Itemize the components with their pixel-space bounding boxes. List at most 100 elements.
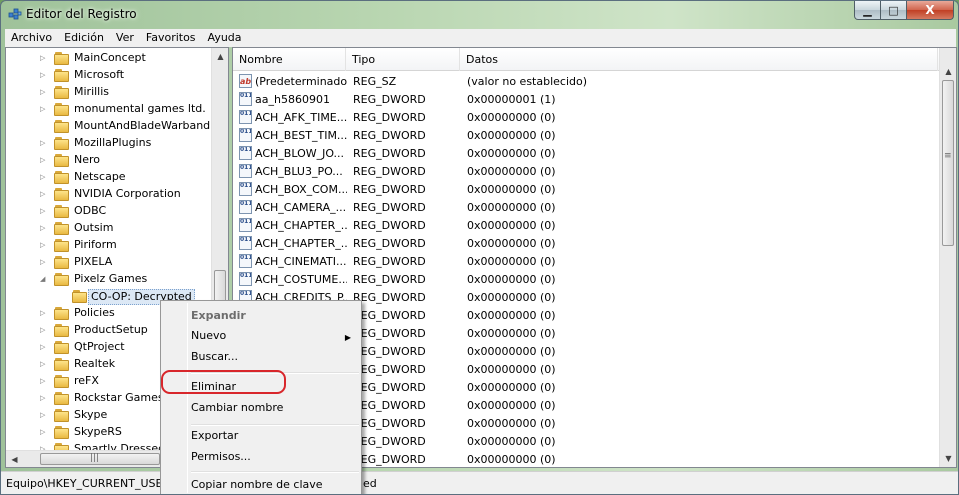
value-type: REG_DWORD bbox=[353, 273, 426, 286]
collapse-arrow-icon[interactable]: ◢ bbox=[40, 275, 48, 284]
menu-archivo[interactable]: Archivo bbox=[5, 29, 58, 47]
value-data: 0x00000000 (0) bbox=[467, 291, 556, 304]
expand-arrow-icon[interactable]: ▷ bbox=[40, 428, 48, 437]
context-menu-item-label: Copiar nombre de clave bbox=[191, 478, 323, 491]
folder-icon bbox=[54, 324, 70, 337]
expand-arrow-icon[interactable]: ▷ bbox=[40, 88, 48, 97]
binary-value-icon: 011 bbox=[239, 272, 252, 286]
value-row[interactable]: 011 ACH_CHAPTER_... REG_DWORD 0x00000000 (0… bbox=[233, 216, 938, 234]
context-menu-item-permisos[interactable]: Permisos... bbox=[191, 450, 359, 464]
expand-arrow-icon[interactable]: ▷ bbox=[40, 411, 48, 420]
tree-item-label: reFX bbox=[74, 374, 99, 387]
column-header-tipo[interactable]: Tipo bbox=[346, 48, 460, 71]
scroll-left-arrow-icon[interactable]: ◀ bbox=[6, 451, 23, 467]
expand-arrow-icon[interactable]: ▷ bbox=[40, 394, 48, 403]
value-data: 0x00000000 (0) bbox=[467, 453, 556, 466]
value-type: REG_DWORD bbox=[353, 363, 426, 376]
folder-icon bbox=[54, 86, 70, 99]
menu-edicion[interactable]: Edición bbox=[58, 29, 110, 47]
expand-arrow-icon[interactable]: ▷ bbox=[40, 156, 48, 165]
value-data: (valor no establecido) bbox=[467, 75, 588, 88]
expand-arrow-icon[interactable]: ▷ bbox=[40, 241, 48, 250]
context-menu-item-exportar[interactable]: Exportar bbox=[191, 429, 359, 443]
menu-ayuda[interactable]: Ayuda bbox=[202, 29, 248, 47]
value-data: 0x00000000 (0) bbox=[467, 417, 556, 430]
values-vertical-scrollbar[interactable]: ▲ ≡ ▼ bbox=[939, 48, 956, 467]
folder-icon bbox=[54, 171, 70, 184]
value-row[interactable]: 011 ACH_CAMERA_... REG_DWORD 0x00000000 (0) bbox=[233, 198, 938, 216]
scroll-down-arrow-icon[interactable]: ▼ bbox=[940, 450, 956, 467]
value-row[interactable]: 011 ACH_BLU3_PO... REG_DWORD 0x00000000 (0) bbox=[233, 162, 938, 180]
value-row[interactable]: 011 aa_h5860901 REG_DWORD 0x00000001 (1) bbox=[233, 90, 938, 108]
expand-arrow-icon[interactable]: ▷ bbox=[40, 207, 48, 216]
context-menu-item-copiar-nombre-de-clave[interactable]: Copiar nombre de clave bbox=[191, 478, 359, 492]
value-row[interactable]: 011 ACH_AFK_TIME... REG_DWORD 0x00000000 (0… bbox=[233, 108, 938, 126]
scroll-up-arrow-icon[interactable]: ▲ bbox=[940, 63, 956, 80]
expand-arrow-icon[interactable]: ▷ bbox=[40, 309, 48, 318]
context-menu-item-nuevo[interactable]: Nuevo ▶ bbox=[191, 329, 359, 343]
value-row[interactable]: 011 ACH_COSTUME... REG_DWORD 0x00000000 (0) bbox=[233, 270, 938, 288]
column-header-nombre[interactable]: Nombre bbox=[233, 48, 346, 71]
folder-icon bbox=[54, 426, 70, 439]
tree-item[interactable]: ▷ Outsim bbox=[6, 220, 212, 237]
tree-item[interactable]: ▷ MainConcept bbox=[6, 50, 212, 67]
tree-item[interactable]: ▷ Piriform bbox=[6, 237, 212, 254]
expand-arrow-icon[interactable]: ▷ bbox=[40, 360, 48, 369]
value-row[interactable]: 011 ACH_CINEMATI... REG_DWORD 0x00000000 (0… bbox=[233, 252, 938, 270]
value-data: 0x00000000 (0) bbox=[467, 345, 556, 358]
context-menu-item-cambiar-nombre[interactable]: Cambiar nombre bbox=[191, 401, 359, 415]
value-name: ACH_CINEMATI... bbox=[255, 255, 347, 268]
value-name: ACH_CAMERA_... bbox=[255, 201, 347, 214]
title-bar[interactable]: Editor del Registro ▁ □ X bbox=[1, 1, 958, 28]
value-row[interactable]: ab (Predeterminado) REG_SZ (valor no establ… bbox=[233, 72, 938, 90]
value-data: 0x00000000 (0) bbox=[467, 435, 556, 448]
value-data: 0x00000000 (0) bbox=[467, 129, 556, 142]
expand-arrow-icon[interactable]: ▷ bbox=[40, 105, 48, 114]
expand-arrow-icon[interactable]: ▷ bbox=[40, 326, 48, 335]
context-menu-gutter bbox=[187, 303, 188, 493]
submenu-arrow-icon: ▶ bbox=[344, 333, 351, 342]
tree-item[interactable]: ▷ Nero bbox=[6, 152, 212, 169]
value-row[interactable]: 011 ACH_BOX_COM... REG_DWORD 0x00000000 (0) bbox=[233, 180, 938, 198]
close-button[interactable]: X bbox=[907, 1, 954, 20]
expand-arrow-icon[interactable]: ▷ bbox=[40, 71, 48, 80]
maximize-button[interactable]: □ bbox=[881, 1, 907, 20]
expand-arrow-icon[interactable]: ▷ bbox=[40, 139, 48, 148]
expand-arrow-icon[interactable]: ▷ bbox=[40, 377, 48, 386]
values-scroll-thumb[interactable] bbox=[942, 80, 954, 246]
expand-arrow-icon[interactable]: ▷ bbox=[40, 343, 48, 352]
expand-arrow-icon[interactable]: ▷ bbox=[40, 173, 48, 182]
tree-hscroll-thumb[interactable] bbox=[40, 453, 160, 465]
value-name: ACH_BOX_COM... bbox=[255, 183, 347, 196]
value-data: 0x00000000 (0) bbox=[467, 165, 556, 178]
minimize-button[interactable]: ▁ bbox=[854, 1, 881, 20]
tree-item[interactable]: ▷ PIXELA bbox=[6, 254, 212, 271]
tree-item[interactable]: ▷ ODBC bbox=[6, 203, 212, 220]
tree-item[interactable]: ▷ monumental games ltd. bbox=[6, 101, 212, 118]
tree-item[interactable]: ▷ MozillaPlugins bbox=[6, 135, 212, 152]
value-row[interactable]: 011 ACH_BLOW_JO... REG_DWORD 0x00000000 (0) bbox=[233, 144, 938, 162]
column-header-datos[interactable]: Datos bbox=[460, 48, 938, 71]
value-name: ACH_BEST_TIM... bbox=[255, 129, 347, 142]
folder-icon bbox=[54, 120, 70, 133]
tree-item[interactable]: ▷ Netscape bbox=[6, 169, 212, 186]
menu-ver[interactable]: Ver bbox=[110, 29, 140, 47]
menu-bar: Archivo Edición Ver Favoritos Ayuda bbox=[5, 29, 956, 47]
value-row[interactable]: 011 ACH_CHAPTER_... REG_DWORD 0x00000000 (0… bbox=[233, 234, 938, 252]
context-menu-item-buscar[interactable]: Buscar... bbox=[191, 350, 359, 364]
tree-item[interactable]: ◢ Pixelz Games bbox=[6, 271, 212, 288]
status-path: Equipo\HKEY_CURRENT_USER bbox=[6, 477, 171, 490]
expand-arrow-icon[interactable]: ▷ bbox=[40, 190, 48, 199]
tree-item[interactable]: ▷ Mirillis bbox=[6, 84, 212, 101]
menu-favoritos[interactable]: Favoritos bbox=[140, 29, 202, 47]
value-row[interactable]: 011 ACH_BEST_TIM... REG_DWORD 0x00000000 (0… bbox=[233, 126, 938, 144]
expand-arrow-icon[interactable]: ▷ bbox=[40, 54, 48, 63]
scroll-up-arrow-icon[interactable]: ▲ bbox=[212, 48, 228, 65]
tree-item[interactable]: ▷ NVIDIA Corporation bbox=[6, 186, 212, 203]
value-data: 0x00000000 (0) bbox=[467, 273, 556, 286]
expand-arrow-icon[interactable]: ▷ bbox=[40, 258, 48, 267]
tree-item[interactable]: MountAndBladeWarbandK bbox=[6, 118, 217, 135]
tree-item[interactable]: ▷ Microsoft bbox=[6, 67, 212, 84]
value-data: 0x00000000 (0) bbox=[467, 363, 556, 376]
expand-arrow-icon[interactable]: ▷ bbox=[40, 224, 48, 233]
